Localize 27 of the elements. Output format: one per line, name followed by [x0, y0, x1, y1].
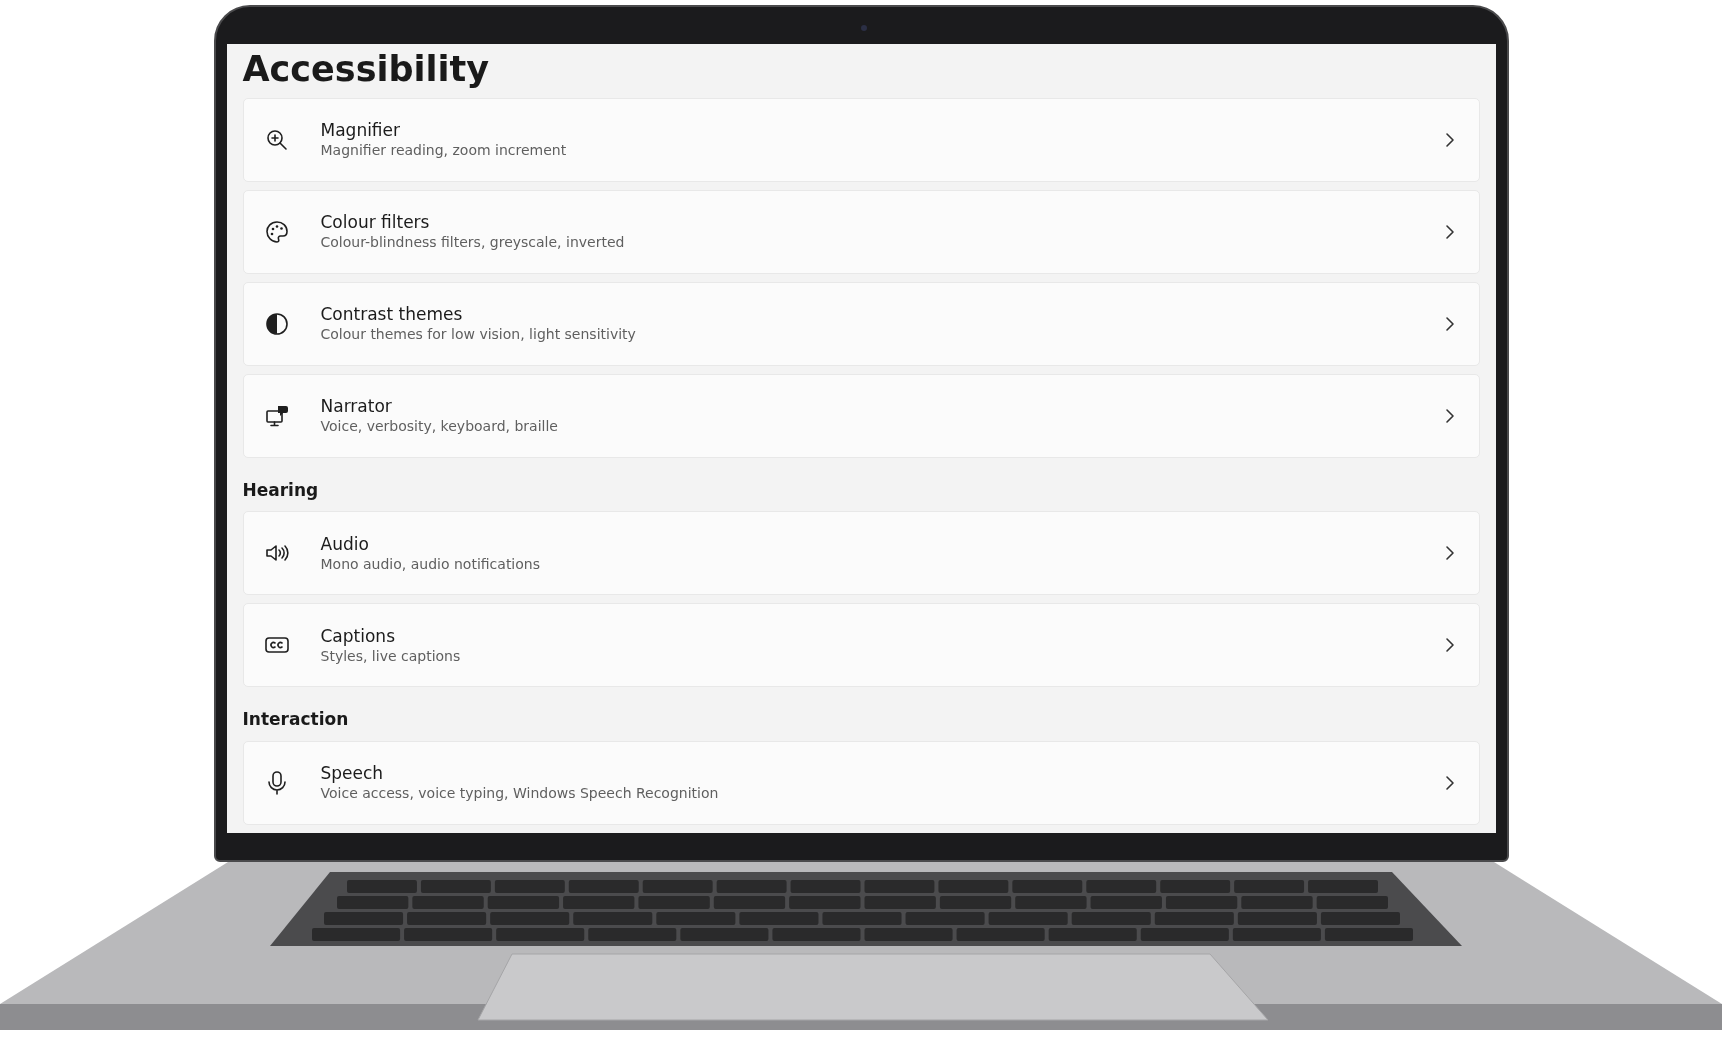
item-description: Voice access, voice typing, Windows Speech Recognition	[320, 784, 720, 804]
item-description: Voice, verbosity, keyboard, braille	[320, 417, 559, 437]
section-heading: Hearing	[242, 478, 320, 502]
item-description: Colour-blindness filters, greyscale, inverted	[320, 233, 626, 253]
item-title: Colour filters	[320, 211, 431, 234]
settings-item[interactable]: Speech Voice access, voice typing, Windows Speech Recognition	[242, 740, 1480, 825]
settings-item[interactable]: Colour filters Colour-blindness filters, greyscale, inverted	[242, 189, 1480, 274]
section-heading: Interaction	[242, 708, 350, 732]
settings-item[interactable]: Narrator Voice, verbosity, keyboard, braille	[242, 373, 1480, 458]
item-description: Mono audio, audio notifications	[320, 554, 541, 574]
item-title: Audio	[320, 532, 370, 555]
item-description: Styles, live captions	[320, 646, 462, 666]
settings-item[interactable]: Magnifier Magnifier reading, zoom increment	[242, 97, 1480, 182]
settings-item[interactable]: Captions Styles, live captions	[242, 603, 1480, 688]
camera-icon	[861, 25, 867, 31]
item-description: Magnifier reading, zoom increment	[320, 141, 568, 161]
item-title: Captions	[320, 624, 396, 647]
palette-icon	[263, 218, 290, 245]
item-title: Magnifier	[320, 119, 402, 142]
settings-item[interactable]: Audio Mono audio, audio notifications	[242, 511, 1480, 596]
item-description: Colour themes for low vision, light sensitivity	[320, 325, 637, 345]
item-title: Contrast themes	[320, 303, 464, 326]
item-title: Narrator	[320, 395, 393, 418]
page-title: Accessibility	[242, 48, 491, 91]
item-title: Speech	[320, 762, 385, 785]
contrast-icon	[263, 310, 290, 337]
settings-item[interactable]: Contrast themes Colour themes for low vision, light sensitivity	[242, 281, 1480, 366]
